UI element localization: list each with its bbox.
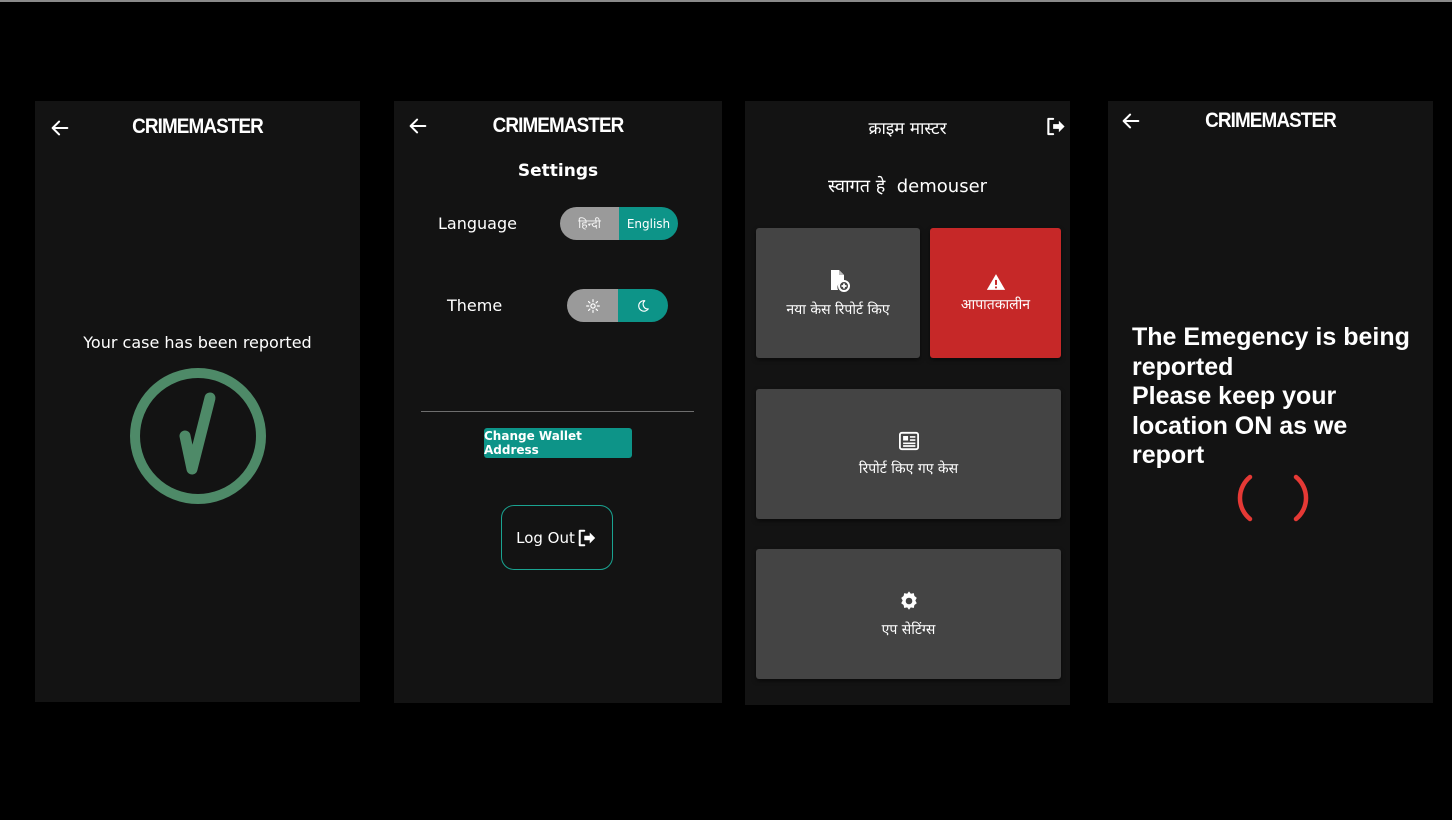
moon-icon — [638, 299, 649, 312]
reported-cases-label: रिपोर्ट किए गए केस — [858, 460, 959, 477]
divider — [421, 411, 694, 412]
logout-icon[interactable] — [1044, 116, 1068, 137]
brand-title: CRIMEMASTER — [132, 115, 264, 138]
language-label: Language — [438, 214, 517, 233]
emergency-label: आपातकालीन — [960, 296, 1031, 313]
file-add-icon — [831, 269, 850, 292]
app-settings-label: एप सेटिंग्स — [881, 621, 936, 638]
log-out-label: Log Out — [516, 528, 575, 547]
gear-icon — [900, 590, 917, 610]
case-reported-screen: CRIMEMASTER Your case has been reported — [35, 101, 360, 702]
emergency-message: The Emegency is being reported Please ke… — [1132, 323, 1422, 471]
case-reported-message: Your case has been reported — [83, 333, 312, 352]
loading-spinner-icon — [1237, 474, 1309, 522]
app-title-hindi: क्राइम मास्टर — [868, 119, 947, 139]
theme-option-light[interactable] — [567, 289, 618, 322]
theme-option-dark[interactable] — [618, 289, 668, 322]
new-case-label: नया केस रिपोर्ट किए — [786, 301, 890, 318]
language-option-hindi[interactable]: हिन्दी — [560, 207, 619, 240]
emergency-message-line-2: Please keep your location ON as we repor… — [1132, 382, 1348, 469]
emergency-message-line-1: The Emegency is being reported — [1132, 323, 1410, 381]
top-border — [0, 0, 1452, 2]
theme-label: Theme — [447, 296, 503, 315]
welcome-prefix: स्वागत हे — [827, 176, 886, 197]
logout-icon — [578, 529, 596, 546]
language-option-english[interactable]: English — [619, 207, 678, 240]
settings-screen: CRIMEMASTER Settings Language हिन्दी Eng… — [394, 101, 722, 703]
warning-icon — [986, 273, 1005, 290]
emergency-reporting-screen: CRIMEMASTER The Emegency is being report… — [1108, 101, 1433, 703]
settings-title: Settings — [517, 161, 599, 181]
change-wallet-address-button[interactable]: Change Wallet Address — [484, 428, 632, 458]
light-settings-icon — [585, 298, 600, 313]
home-screen: क्राइम मास्टर स्वागत हे demouser नया केस… — [745, 101, 1070, 705]
new-case-tile[interactable]: नया केस रिपोर्ट किए — [756, 228, 920, 358]
theme-toggle[interactable] — [567, 289, 668, 322]
log-out-button[interactable]: Log Out — [501, 505, 613, 570]
brand-title: CRIMEMASTER — [1205, 109, 1337, 132]
brand-title: CRIMEMASTER — [492, 114, 625, 137]
emergency-tile[interactable]: आपातकालीन — [930, 228, 1061, 358]
app-settings-tile[interactable]: एप सेटिंग्स — [756, 549, 1061, 679]
newspaper-icon — [898, 431, 919, 450]
reported-cases-tile[interactable]: रिपोर्ट किए गए केस — [756, 389, 1061, 519]
check-circle-icon — [130, 368, 266, 504]
language-toggle[interactable]: हिन्दी English — [560, 207, 678, 240]
welcome-message: स्वागत हे demouser — [745, 174, 1070, 198]
username: demouser — [896, 176, 988, 197]
